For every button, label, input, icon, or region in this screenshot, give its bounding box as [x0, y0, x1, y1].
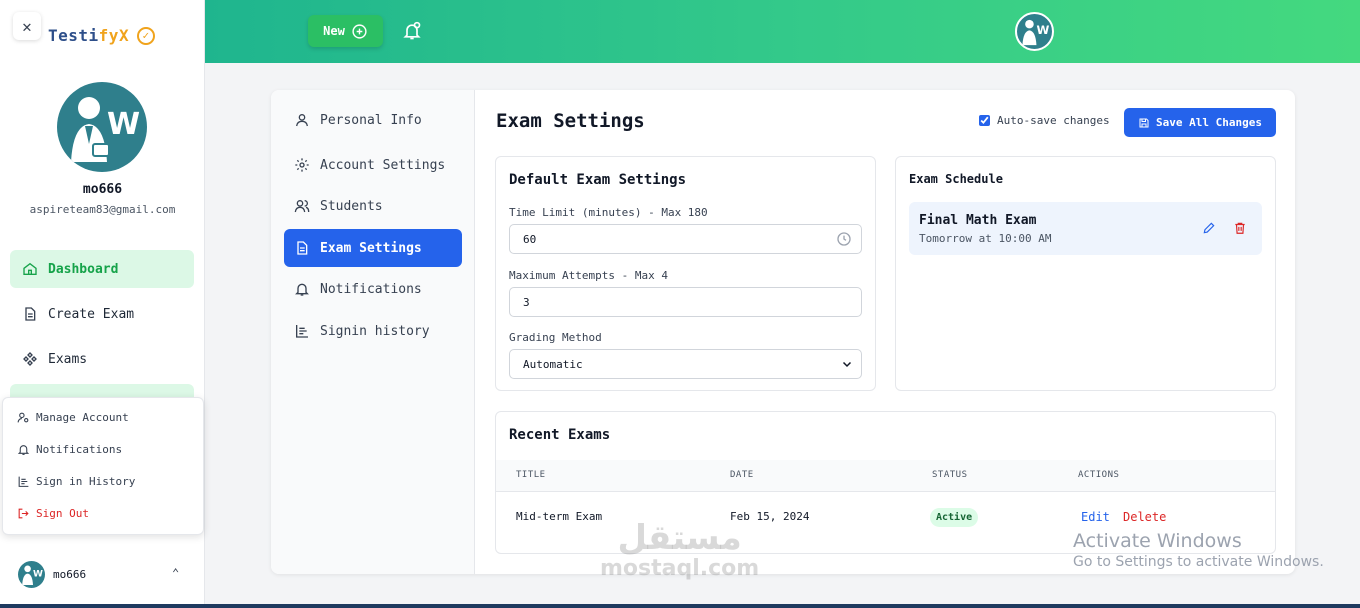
save-icon [1139, 118, 1149, 127]
schedule-title: Exam Schedule [909, 172, 1003, 186]
footer-user-toggle[interactable]: W mo666 [18, 561, 86, 588]
taskbar-edge [0, 604, 1360, 608]
grid-diamond-icon [23, 352, 37, 366]
brand-logo[interactable]: Testi fyX ✓ [48, 26, 156, 45]
sidebar-item-create-exam[interactable]: Create Exam [10, 295, 194, 333]
user-icon [296, 114, 308, 127]
home-icon [23, 262, 37, 275]
plus-circle-icon [352, 23, 367, 39]
menu-item-notifications[interactable]: Notifications [17, 443, 122, 456]
page-title: Exam Settings [496, 110, 645, 132]
close-icon: ✕ [22, 16, 32, 36]
user-gear-icon [17, 412, 29, 423]
grading-select[interactable]: Automatic [509, 349, 862, 379]
column-date: DATE [730, 470, 754, 480]
tab-students[interactable]: Students [284, 187, 462, 225]
default-settings-title: Default Exam Settings [509, 172, 687, 188]
new-button[interactable]: New [308, 15, 383, 47]
table-header: TITLE DATE STATUS ACTIONS [496, 460, 1275, 492]
tab-account-settings[interactable]: Account Settings [284, 146, 462, 184]
bell-icon [17, 445, 30, 455]
time-limit-input[interactable]: 60 [509, 224, 862, 254]
chevron-down-icon [842, 361, 852, 368]
chart-list-icon [18, 476, 29, 487]
row-title: Mid-term Exam [516, 510, 603, 523]
delete-link[interactable]: Delete [1123, 510, 1166, 524]
schedule-panel [895, 156, 1276, 391]
avatar: W [57, 82, 147, 172]
windows-activation-watermark: Activate Windows Go to Settings to activ… [1073, 530, 1324, 570]
trash-icon[interactable] [1233, 221, 1247, 235]
sidebar: ✕ Testi fyX ✓ W mo666 aspireteam83@gmail.… [0, 0, 205, 608]
gear-icon [295, 158, 309, 172]
check-circle-icon: ✓ [137, 26, 156, 45]
column-actions: ACTIONS [1078, 470, 1120, 480]
bell-icon [295, 283, 309, 296]
document-icon [297, 241, 308, 255]
pencil-icon[interactable] [1202, 221, 1216, 235]
recent-exams-title: Recent Exams [509, 427, 611, 443]
menu-item-sign-out[interactable]: Sign Out [17, 507, 89, 520]
status-badge: Active [930, 508, 979, 527]
sidebar-item-dashboard[interactable]: Dashboard [10, 250, 194, 288]
svg-text:W: W [107, 107, 140, 142]
tab-personal-info[interactable]: Personal Info [284, 101, 462, 139]
profile-name: mo666 [82, 182, 123, 197]
tab-notifications[interactable]: Notifications [284, 270, 462, 308]
svg-text:W: W [1036, 23, 1049, 37]
bell-icon[interactable] [402, 21, 422, 41]
avatar[interactable]: W [1015, 12, 1054, 51]
document-icon [25, 307, 36, 321]
attempts-label: Maximum Attempts - Max 4 [509, 269, 668, 282]
autosave-checkbox[interactable] [979, 115, 990, 126]
clock-icon [837, 232, 851, 246]
column-title: TITLE [516, 470, 546, 480]
menu-item-sign-in-history[interactable]: Sign in History [17, 475, 135, 488]
account-menu: Manage Account Notifications Sign in His… [2, 397, 204, 535]
tab-signin-history[interactable]: Signin history [284, 312, 462, 350]
svg-text:W: W [33, 570, 43, 580]
sign-out-icon [18, 508, 29, 519]
autosave-toggle[interactable]: Auto-save changes [979, 114, 1110, 127]
sidebar-item-exams[interactable]: Exams [10, 340, 194, 378]
column-status: STATUS [932, 470, 968, 480]
time-limit-label: Time Limit (minutes) - Max 180 [509, 206, 708, 219]
close-sidebar-button[interactable]: ✕ [13, 12, 41, 40]
site-watermark: مستقل mostaql.com [600, 518, 760, 581]
chart-list-icon [296, 325, 308, 338]
schedule-item[interactable]: Final Math Exam Tomorrow at 10:00 AM [909, 202, 1262, 255]
tab-exam-settings[interactable]: Exam Settings [284, 229, 462, 267]
users-icon [294, 200, 310, 213]
sidebar-item-hidden [10, 384, 194, 398]
menu-item-manage-account[interactable]: Manage Account [17, 411, 129, 424]
chevron-up-icon[interactable]: ⌃ [172, 566, 179, 580]
avatar: W [18, 561, 45, 588]
grading-label: Grading Method [509, 331, 602, 344]
profile-email: aspireteam83@gmail.com [29, 203, 176, 216]
attempts-input[interactable]: 3 [509, 287, 862, 317]
save-all-button[interactable]: Save All Changes [1124, 108, 1276, 137]
edit-link[interactable]: Edit [1081, 510, 1110, 524]
